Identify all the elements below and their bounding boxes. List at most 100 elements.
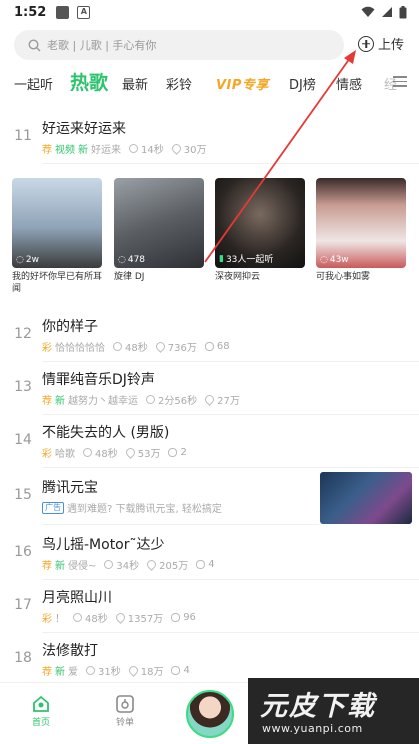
song-title: 月亮照山川 [42,590,112,606]
nav-home-label: 首页 [31,718,50,728]
clock-icon [146,395,155,404]
notification-square-icon [56,5,70,19]
comment-icon [168,448,178,457]
song-row[interactable]: 12 你的样子 彩 恰恰恰恰恰 48秒 736万 68 [0,310,419,362]
fire-icon [203,393,216,406]
tag-recommend: 荐 [42,561,52,572]
nav-home[interactable]: 首页 [30,693,52,728]
song-meta: 彩 哈歌 48秒 53万 2 [42,445,187,460]
song-plays: 30万 [183,145,207,156]
song-title: 鸟儿摇-Motor˜达少 [42,537,165,553]
search-placeholder: 老歌 | 儿歌 | 手心有你 [47,39,157,52]
song-row[interactable]: 11 好运来好运来 荐 视频 新 好运来 14秒 30万 [0,112,419,164]
video-card-row: ◌ 2w 我的好坏你早已有所耳闻 ◌ 478 旋律 DJ ▮ 33人一起听 深夜网抑云… [12,178,412,298]
divider [42,579,419,580]
song-row[interactable]: 14 不能失去的人 (男版) 彩 哈歌 48秒 53万 2 [0,416,419,468]
song-duration: 34秒 [116,561,140,572]
song-rank: 12 [14,326,32,342]
category-tabs: 一起听 热歌 最新 彩铃 VIP专享 DJ榜 情感 经 [0,66,419,102]
song-row[interactable]: 13 情罪纯音乐DJ铃声 荐 新 越努力丶越幸运 2分56秒 27万 [0,363,419,415]
headphones-icon: ◌ [320,255,328,265]
video-card[interactable]: ◌ 478 旋律 DJ [114,178,204,283]
upload-button[interactable]: 上传 [358,34,404,53]
headphones-icon: ◌ [118,255,126,265]
ad-image[interactable] [320,472,412,524]
song-duration: 48秒 [85,614,108,625]
play-count-value: 478 [127,255,146,265]
song-plays: 27万 [217,396,240,407]
song-rank: 17 [14,597,32,613]
tab-dj-chart[interactable]: DJ榜 [289,74,316,93]
divider [42,467,419,468]
song-duration: 48秒 [95,449,118,460]
video-card[interactable]: ◌ 43w 可我心事如雾 [316,178,406,283]
song-plays: 736万 [167,343,197,354]
divider [42,163,419,164]
song-title: 情罪纯音乐DJ铃声 [42,372,155,388]
song-row[interactable]: 17 月亮照山川 彩 ！ 48秒 1357万 96 [0,581,419,633]
song-meta: 荐 新 侵侵~ 34秒 205万 4 [42,557,215,572]
clock-icon [129,144,138,153]
song-meta: 荐 视频 新 好运来 14秒 30万 [42,141,206,156]
video-caption: 深夜网抑云 [215,272,261,282]
fire-icon [169,142,183,155]
video-card[interactable]: ▮ 33人一起听 深夜网抑云 [215,178,305,283]
play-count-value: 43w [329,255,349,265]
song-row[interactable]: 16 鸟儿摇-Motor˜达少 荐 新 侵侵~ 34秒 205万 4 [0,528,419,580]
home-icon [33,695,49,712]
video-thumbnail: ◌ 2w [12,178,102,268]
tag-ringtone: 彩 [42,614,52,625]
tab-hot-songs[interactable]: 热歌 [70,68,108,95]
tag-recommend: 荐 [42,145,52,156]
video-caption: 可我心事如雾 [316,272,371,282]
tab-emotion[interactable]: 情感 [336,74,362,93]
search-bar[interactable]: 老歌 | 儿歌 | 手心有你 [14,30,344,60]
comment-icon [171,613,181,622]
song-rank: 11 [14,128,32,144]
video-thumbnail: ◌ 43w [316,178,406,268]
nav-ringtone-list[interactable]: 铃单 [114,693,136,728]
video-thumbnail: ◌ 478 [114,178,204,268]
song-duration: 2分56秒 [158,396,198,407]
plus-circle-icon [358,35,374,52]
fire-icon [123,446,137,459]
video-caption: 旋律 DJ [114,272,145,282]
song-artist: 爱 [68,667,78,678]
comment-icon [171,666,181,675]
equalizer-icon: ▮ [219,253,224,264]
ad-rank: 15 [14,487,32,503]
song-rank: 18 [14,650,32,666]
tab-ringtone[interactable]: 彩铃 [166,74,192,93]
song-comments: 96 [183,612,196,623]
tag-new: 新 [55,561,65,572]
tab-newest[interactable]: 最新 [122,74,148,93]
wifi-icon [361,6,375,17]
song-rank: 16 [14,544,32,560]
song-meta: 彩 恰恰恰恰恰 48秒 736万 68 [42,339,230,354]
tag-ringtone: 彩 [42,449,52,460]
ad-badge: 广告 [42,501,64,514]
status-time: 1:52 [14,4,47,20]
song-artist: 哈歌 [55,449,75,460]
song-meta: 荐 新 越努力丶越幸运 2分56秒 27万 [42,392,240,407]
song-comments: 2 [180,447,187,458]
divider [42,632,419,633]
signal-icon [382,7,392,17]
video-card[interactable]: ◌ 2w 我的好坏你早已有所耳闻 [12,178,102,295]
clock-icon [104,560,114,569]
play-count-value: 33人一起听 [225,255,274,265]
play-count-value: 2w [25,255,39,265]
song-artist: 侵侵~ [68,561,97,572]
avatar[interactable] [186,690,234,738]
tag-new: 新 [55,396,65,407]
divider [42,414,419,415]
tab-listen-together[interactable]: 一起听 [14,74,53,93]
tabs-menu-icon[interactable] [393,76,407,88]
song-title: 你的样子 [42,319,98,335]
nav-ringtone-label: 铃单 [115,718,134,728]
song-plays: 18万 [140,667,164,678]
tab-vip[interactable]: VIP专享 [216,74,269,93]
fire-icon [145,558,158,571]
song-rank: 14 [14,432,32,448]
status-bar: 1:52 A [0,0,419,24]
